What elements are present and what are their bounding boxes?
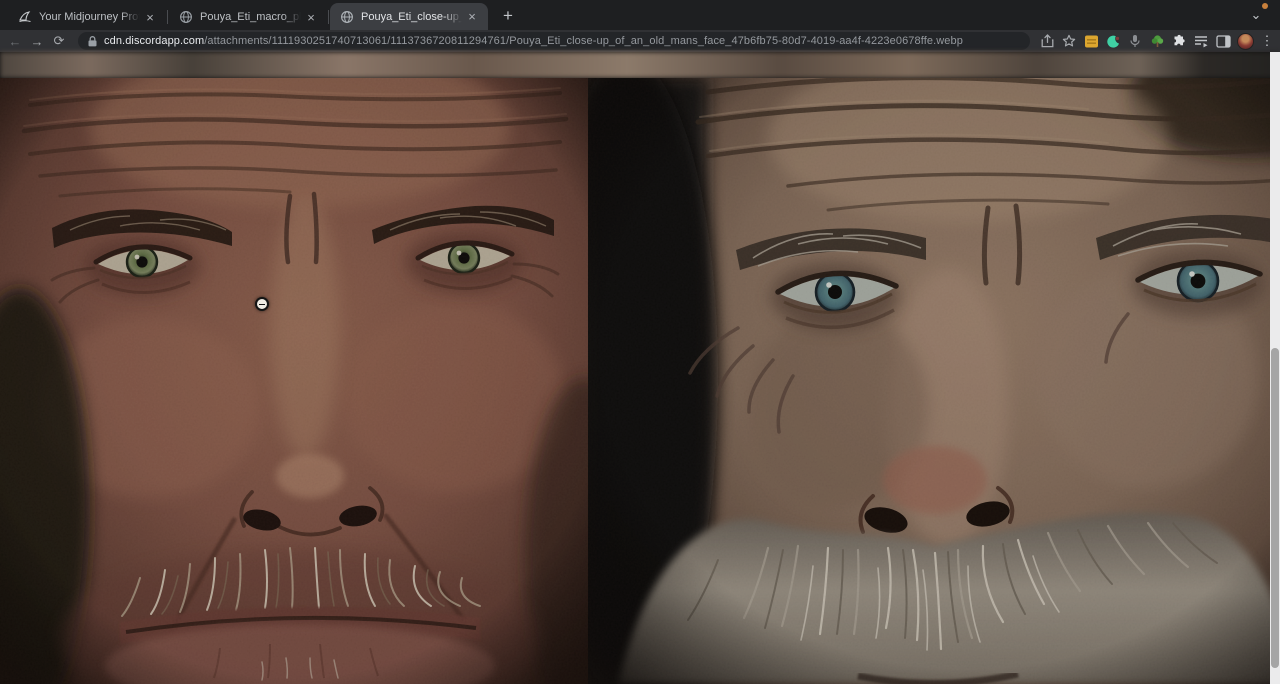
tab-macro-photo[interactable]: Pouya_Eti_macro_photo_of_a × bbox=[169, 4, 327, 30]
profile-avatar[interactable] bbox=[1234, 31, 1256, 51]
right-portrait[interactable] bbox=[588, 78, 1280, 684]
image-viewer[interactable] bbox=[0, 52, 1280, 684]
moon-extension-icon[interactable] bbox=[1102, 31, 1124, 51]
address-bar[interactable]: cdn.discordapp.com/attachments/111193025… bbox=[78, 32, 1030, 50]
tab-title: Pouya_Eti_close-up_of_an_ol bbox=[361, 11, 464, 23]
right-portrait-art bbox=[588, 78, 1280, 684]
url-text: cdn.discordapp.com/attachments/111193025… bbox=[104, 35, 963, 47]
url-host: cdn.discordapp.com bbox=[104, 35, 204, 47]
mic-extension-icon[interactable] bbox=[1124, 31, 1146, 51]
left-portrait[interactable] bbox=[0, 78, 588, 684]
bookmark-star-icon[interactable] bbox=[1058, 31, 1080, 51]
new-tab-button[interactable]: + bbox=[496, 4, 520, 28]
tab-close-up-active[interactable]: Pouya_Eti_close-up_of_an_ol × bbox=[330, 3, 488, 30]
tab-title: Your Midjourney Profile bbox=[39, 11, 142, 23]
page-scrollbar[interactable] bbox=[1270, 52, 1280, 684]
update-notification-dot bbox=[1262, 3, 1268, 9]
lock-icon bbox=[88, 36, 97, 47]
browser-window: Your Midjourney Profile × Pouya_Eti_macr… bbox=[0, 0, 1280, 684]
share-icon[interactable] bbox=[1036, 31, 1058, 51]
tab-midjourney-profile[interactable]: Your Midjourney Profile × bbox=[8, 4, 166, 30]
portrait-grid bbox=[0, 78, 1280, 684]
globe-icon bbox=[179, 10, 193, 24]
reload-button[interactable]: ⟳ bbox=[48, 31, 70, 51]
upper-grid-row-sliver bbox=[0, 52, 1280, 78]
tab-close-icon[interactable]: × bbox=[464, 9, 480, 25]
tab-strip: Your Midjourney Profile × Pouya_Eti_macr… bbox=[0, 0, 1280, 30]
browser-menu-icon[interactable]: ⋮ bbox=[1256, 31, 1278, 51]
grid-extension-icon[interactable] bbox=[1080, 31, 1102, 51]
zoom-out-cursor-icon bbox=[255, 297, 269, 311]
globe-icon bbox=[340, 10, 354, 24]
tab-close-icon[interactable]: × bbox=[303, 9, 319, 25]
toolbar-action-icons: ⋮ bbox=[1036, 31, 1278, 51]
back-button[interactable]: ← bbox=[4, 31, 26, 51]
playlist-icon[interactable] bbox=[1190, 31, 1212, 51]
left-portrait-art bbox=[0, 78, 588, 684]
tab-title: Pouya_Eti_macro_photo_of_a bbox=[200, 11, 303, 23]
forward-button[interactable]: → bbox=[26, 31, 48, 51]
tab-separator bbox=[328, 10, 329, 24]
tab-close-icon[interactable]: × bbox=[142, 9, 158, 25]
tab-separator bbox=[167, 10, 168, 24]
side-panel-icon[interactable] bbox=[1212, 31, 1234, 51]
midjourney-logo-icon bbox=[18, 10, 32, 24]
scrollbar-thumb[interactable] bbox=[1271, 348, 1279, 668]
url-path: /attachments/1111930251740713061/1113736… bbox=[204, 35, 963, 47]
browser-toolbar: ← → ⟳ cdn.discordapp.com/attachments/111… bbox=[0, 30, 1280, 52]
tree-extension-icon[interactable] bbox=[1146, 31, 1168, 51]
extensions-puzzle-icon[interactable] bbox=[1168, 31, 1190, 51]
